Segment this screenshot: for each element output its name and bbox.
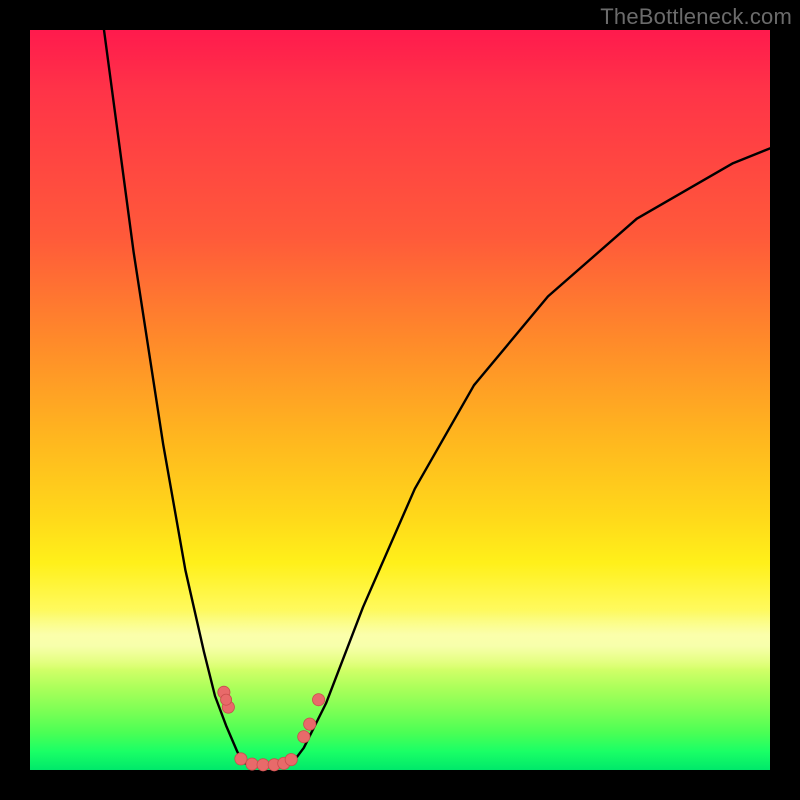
data-marker	[221, 694, 232, 705]
bottleneck-curve	[104, 30, 770, 766]
data-marker	[304, 718, 316, 730]
data-marker	[257, 759, 269, 771]
data-marker	[246, 758, 258, 770]
data-marker	[235, 753, 247, 765]
plot-area	[30, 30, 770, 770]
chart-frame: TheBottleneck.com	[0, 0, 800, 800]
data-marker	[285, 754, 297, 766]
data-marker	[298, 731, 310, 743]
marker-layer	[218, 686, 325, 771]
watermark-text: TheBottleneck.com	[600, 4, 792, 30]
curve-layer	[30, 30, 770, 770]
data-marker	[312, 694, 324, 706]
